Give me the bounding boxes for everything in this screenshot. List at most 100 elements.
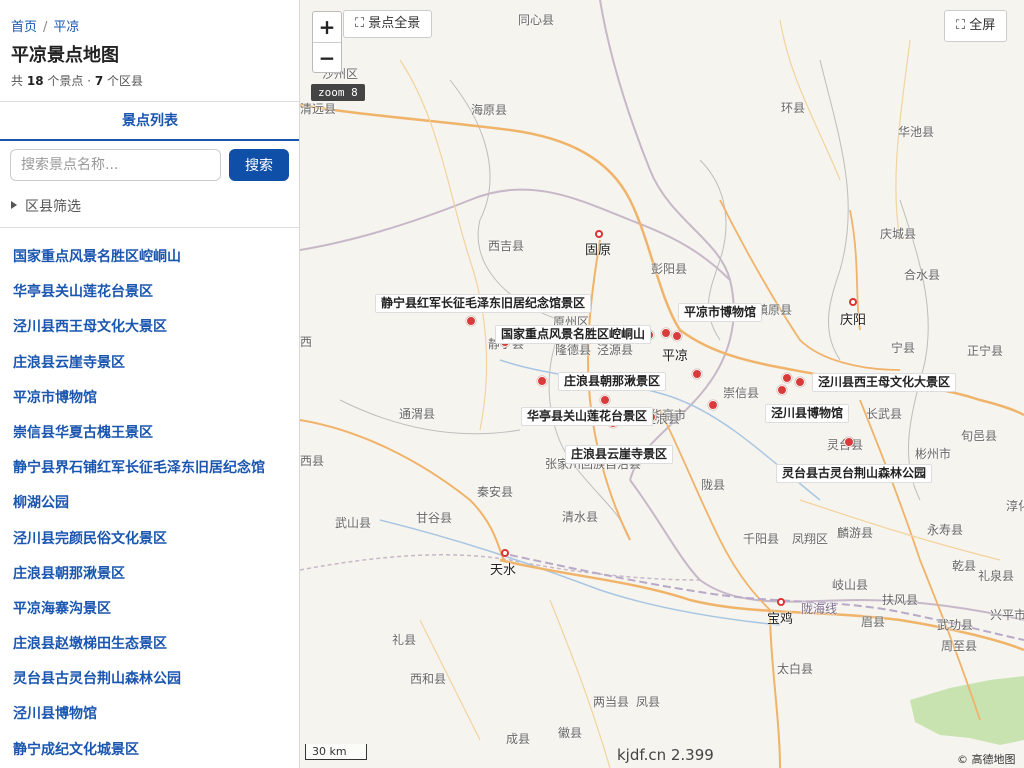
expand-icon: ⛶ bbox=[956, 18, 966, 33]
spot-list-item[interactable]: 庄浪县云崖寺景区 bbox=[0, 346, 299, 381]
place-label: 眉县 bbox=[861, 615, 886, 629]
spot-label[interactable]: 国家重点风景名胜区崆峒山 bbox=[495, 325, 652, 344]
city-label: 宝鸡 bbox=[767, 612, 794, 627]
spot-label[interactable]: 静宁县红军长征毛泽东旧居纪念馆景区 bbox=[375, 294, 592, 313]
zoom-in-button[interactable]: + bbox=[313, 12, 341, 42]
place-label: 淳化县 bbox=[1006, 499, 1024, 513]
spot-label[interactable]: 泾川县西王母文化大景区 bbox=[812, 373, 957, 392]
place-label: 同心县 bbox=[518, 13, 555, 27]
spot-label[interactable]: 庄浪县云崖寺景区 bbox=[565, 445, 674, 464]
spot-list-item[interactable]: 静宁县界石铺红军长征毛泽东旧居纪念馆 bbox=[0, 451, 299, 486]
place-label: 海原县 bbox=[471, 103, 508, 117]
place-label: 秦安县 bbox=[477, 485, 514, 499]
place-label: 西 bbox=[300, 335, 313, 349]
spot-list-item[interactable]: 平凉海寨沟景区 bbox=[0, 592, 299, 627]
tab-spot-list[interactable]: 景点列表 bbox=[0, 102, 299, 140]
major-road bbox=[769, 609, 781, 768]
place-label: 正宁县 bbox=[967, 344, 1004, 358]
place-label: 宁县 bbox=[891, 341, 916, 355]
spot-list-item[interactable]: 静宁成纪文化城景区 bbox=[0, 733, 299, 768]
spot-marker[interactable] bbox=[777, 385, 787, 395]
divider bbox=[0, 227, 299, 228]
spot-label[interactable]: 华亭县关山莲花台景区 bbox=[521, 407, 654, 426]
district-filter-toggle[interactable]: 区县筛选 bbox=[11, 196, 81, 216]
spot-marker[interactable] bbox=[600, 395, 610, 405]
spot-marker[interactable] bbox=[661, 328, 671, 338]
place-label: 扶风县 bbox=[882, 593, 919, 607]
scale-bar: 30 km bbox=[305, 744, 367, 760]
place-label: 华池县 bbox=[898, 125, 935, 139]
city-label: 庆阳 bbox=[840, 313, 867, 328]
watermark: kjdf.cn 2.399 bbox=[617, 746, 714, 764]
place-label: 千阳县 bbox=[743, 532, 780, 546]
spot-list: 国家重点风景名胜区崆峒山 华亭县关山莲花台景区 泾川县西王母文化大景区 庄浪县云… bbox=[0, 240, 299, 768]
place-label: 西县 bbox=[300, 454, 325, 468]
tab-bar: 景点列表 bbox=[0, 101, 299, 141]
spot-list-item[interactable]: 国家重点风景名胜区崆峒山 bbox=[0, 240, 299, 275]
overview-button[interactable]: ⛶ 景点全景 bbox=[343, 10, 433, 38]
breadcrumb-current-link[interactable]: 平凉 bbox=[53, 20, 79, 35]
spot-list-item[interactable]: 泾川县博物馆 bbox=[0, 697, 299, 732]
place-label: 凤翔区 bbox=[792, 532, 829, 546]
city-label: 固原 bbox=[585, 243, 612, 258]
place-label: 乾县 bbox=[952, 559, 977, 573]
place-label: 武功县 bbox=[937, 618, 974, 632]
spot-label[interactable]: 灵台县古灵台荆山森林公园 bbox=[776, 464, 933, 483]
place-label: 清远县 bbox=[300, 102, 337, 116]
spot-list-item[interactable]: 泾川县完颜民俗文化景区 bbox=[0, 522, 299, 557]
place-label: 两当县 bbox=[593, 695, 630, 709]
place-label: 环县 bbox=[781, 101, 806, 115]
spot-list-item[interactable]: 泾川县西王母文化大景区 bbox=[0, 310, 299, 345]
spot-label[interactable]: 泾川县博物馆 bbox=[765, 404, 850, 423]
spot-label[interactable]: 平凉市博物馆 bbox=[678, 303, 763, 322]
place-label: 甘谷县 bbox=[416, 511, 453, 525]
minor-road bbox=[549, 599, 611, 768]
place-label: 陇县 bbox=[701, 478, 726, 492]
spot-label[interactable]: 庄浪县朝那湫景区 bbox=[558, 372, 667, 391]
spot-list-item[interactable]: 平凉市博物馆 bbox=[0, 381, 299, 416]
spot-list-item[interactable]: 崇信县华夏古槐王景区 bbox=[0, 416, 299, 451]
place-label: 成县 bbox=[506, 732, 531, 746]
spot-marker[interactable] bbox=[537, 376, 547, 386]
place-label: 西吉县 bbox=[488, 239, 525, 253]
spot-list-item[interactable]: 华亭县关山莲花台景区 bbox=[0, 275, 299, 310]
spot-list-item[interactable]: 灵台县古灵台荆山森林公园 bbox=[0, 662, 299, 697]
search-input[interactable] bbox=[10, 149, 221, 181]
place-label: 岐山县 bbox=[832, 578, 869, 592]
place-label: 永寿县 bbox=[927, 523, 964, 537]
spot-list-item[interactable]: 柳湖公园 bbox=[0, 486, 299, 521]
stats-prefix: 共 bbox=[11, 74, 24, 88]
overview-label: 景点全景 bbox=[368, 16, 421, 31]
breadcrumb-home-link[interactable]: 首页 bbox=[11, 20, 37, 35]
fullscreen-button[interactable]: ⛶ 全屏 bbox=[944, 10, 1008, 42]
sidebar: 首页 / 平凉 平凉景点地图 共 18 个景点 · 7 个区县 景点列表 搜索 区县… bbox=[0, 0, 300, 768]
forest-area bbox=[910, 676, 1024, 745]
place-label: 彭阳县 bbox=[651, 262, 688, 276]
spot-list-item[interactable]: 庄浪县赵墩梯田生态景区 bbox=[0, 627, 299, 662]
search-button[interactable]: 搜索 bbox=[229, 149, 289, 181]
stats-suffix: 个区县 bbox=[107, 74, 144, 88]
major-road bbox=[719, 199, 901, 371]
major-road bbox=[300, 419, 506, 561]
spot-marker[interactable] bbox=[795, 377, 805, 387]
spot-list-item[interactable]: 庄浪县朝那湫景区 bbox=[0, 557, 299, 592]
district-filter-label: 区县筛选 bbox=[25, 199, 81, 215]
spot-marker[interactable] bbox=[672, 331, 682, 341]
spot-marker[interactable] bbox=[782, 373, 792, 383]
place-label: 麟游县 bbox=[837, 526, 874, 540]
breadcrumb-separator: / bbox=[43, 20, 48, 35]
zoom-out-button[interactable]: − bbox=[313, 42, 341, 72]
place-label: 长武县 bbox=[866, 407, 903, 421]
spot-marker[interactable] bbox=[708, 400, 718, 410]
place-label: 旬邑县 bbox=[961, 429, 998, 443]
spot-marker[interactable] bbox=[692, 369, 702, 379]
stats-line: 共 18 个景点 · 7 个区县 bbox=[11, 72, 143, 89]
spot-marker[interactable] bbox=[466, 316, 476, 326]
city-dot bbox=[595, 230, 603, 238]
place-label: 兴平市 bbox=[990, 608, 1024, 622]
place-label: 太白县 bbox=[777, 662, 814, 676]
map-canvas[interactable]: 同心县 环县 华池县 海原县 西吉县 彭阳县 庆城县 合水县 原州区 隆德县 泾… bbox=[300, 0, 1024, 768]
place-label: 合水县 bbox=[904, 268, 941, 282]
caret-right-icon bbox=[11, 201, 17, 209]
spot-marker[interactable] bbox=[844, 437, 854, 447]
